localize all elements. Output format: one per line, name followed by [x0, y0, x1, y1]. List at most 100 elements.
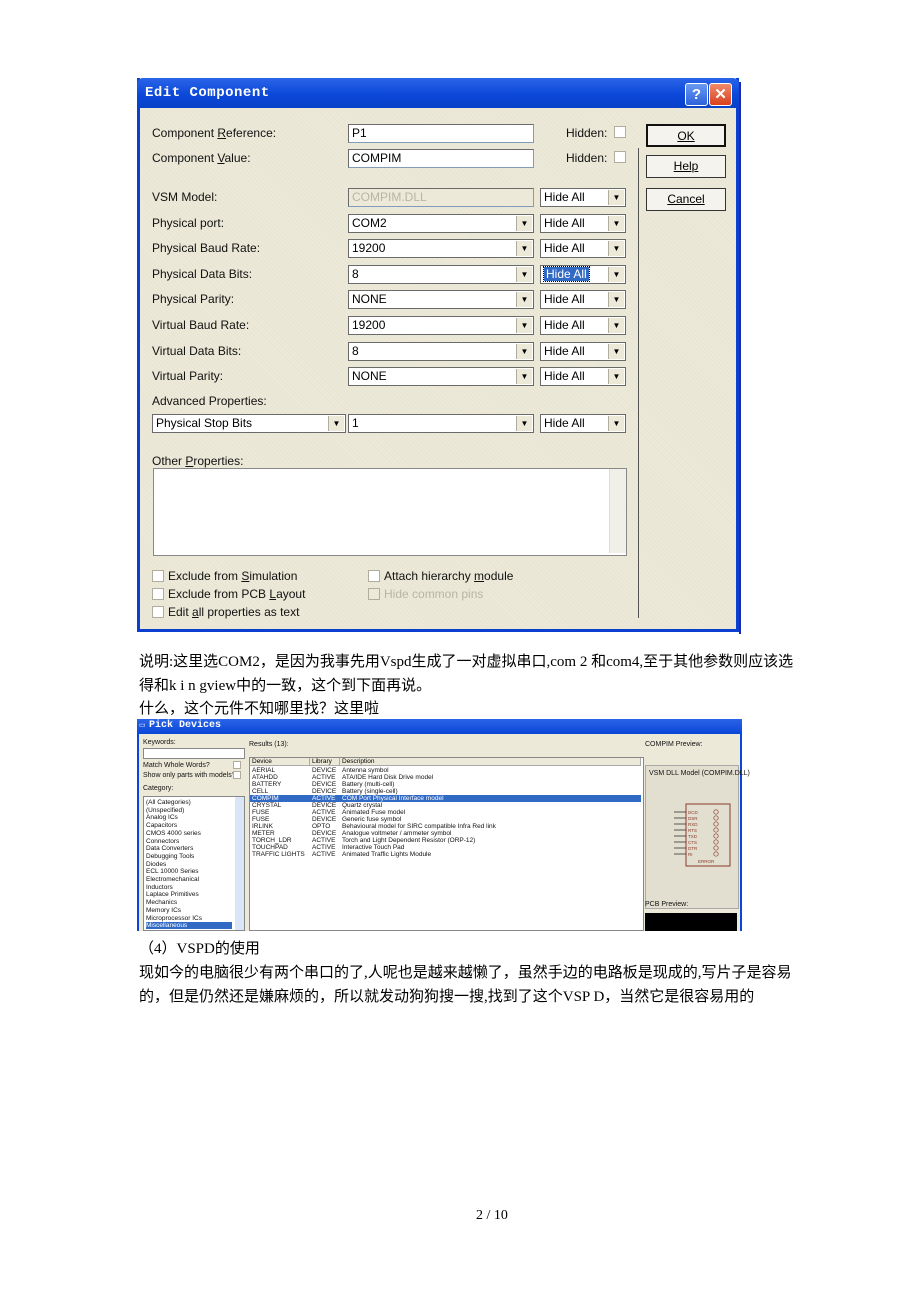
category-item[interactable]: Connectors: [146, 838, 179, 845]
category-list[interactable]: (All Categories) (Unspecified) Analog ICs C…: [143, 796, 245, 931]
keywords-label: Keywords:: [143, 739, 176, 746]
result-row[interactable]: COMPIM ACTIVE COM Port Physical Interface …: [250, 795, 641, 802]
exclude-simulation-checkbox[interactable]: [152, 570, 164, 582]
property-value-select[interactable]: NONE ▼: [348, 367, 534, 386]
category-item[interactable]: Laplace Primitives: [146, 891, 199, 898]
reference-hidden-checkbox[interactable]: [614, 126, 626, 138]
result-row[interactable]: FUSE DEVICE Generic fuse symbol: [250, 816, 641, 823]
results-table[interactable]: Device Library Description AERIAL DEVICE A…: [249, 757, 644, 931]
advanced-visibility-select[interactable]: Hide All ▼: [540, 414, 626, 433]
result-row[interactable]: TOUCHPAD ACTIVE Interactive Touch Pad: [250, 844, 641, 851]
chevron-down-icon[interactable]: ▼: [516, 216, 532, 231]
keywords-input[interactable]: [143, 748, 245, 759]
pin-circle: [713, 821, 719, 827]
hide-common-pins-checkbox[interactable]: [368, 588, 380, 600]
value-hidden-checkbox[interactable]: [614, 151, 626, 163]
category-item[interactable]: Analog ICs: [146, 814, 178, 821]
result-row[interactable]: BATTERY DEVICE Battery (multi-cell): [250, 781, 641, 788]
column-header-description[interactable]: Description: [340, 758, 641, 766]
result-row[interactable]: CELL DEVICE Battery (single-cell): [250, 788, 641, 795]
category-item[interactable]: Capacitors: [146, 822, 177, 829]
chevron-down-icon[interactable]: ▼: [608, 190, 624, 205]
category-item[interactable]: Electromechanical: [146, 876, 199, 883]
chevron-down-icon[interactable]: ▼: [608, 416, 624, 431]
chevron-down-icon[interactable]: ▼: [516, 292, 532, 307]
property-value-select[interactable]: COM2 ▼: [348, 214, 534, 233]
ok-button[interactable]: OK: [646, 124, 726, 147]
category-item[interactable]: Mechanics: [146, 899, 177, 906]
advanced-property-select[interactable]: Physical Stop Bits ▼: [152, 414, 346, 433]
chevron-down-icon[interactable]: ▼: [516, 344, 532, 359]
match-whole-checkbox[interactable]: [233, 761, 241, 769]
category-item[interactable]: (Unspecified): [146, 807, 184, 814]
category-item[interactable]: Microprocessor ICs: [146, 915, 202, 922]
visibility-select[interactable]: Hide All ▼: [540, 316, 626, 335]
chevron-down-icon[interactable]: ▼: [608, 344, 624, 359]
result-row[interactable]: CRYSTAL DEVICE Quartz crystal: [250, 802, 641, 809]
visibility-select[interactable]: Hide All ▼: [540, 239, 626, 258]
error-label: ERROR: [698, 859, 715, 864]
visibility-select[interactable]: Hide All ▼: [540, 367, 626, 386]
device-cell: AERIAL: [252, 767, 276, 774]
chevron-down-icon[interactable]: ▼: [516, 369, 532, 384]
category-item[interactable]: Inductors: [146, 884, 173, 891]
component-reference-input[interactable]: P1: [348, 124, 534, 143]
column-header-device[interactable]: Device: [250, 758, 310, 766]
help-icon[interactable]: ?: [685, 83, 708, 106]
chevron-down-icon[interactable]: ▼: [608, 369, 624, 384]
property-value-select[interactable]: 8 ▼: [348, 342, 534, 361]
visibility-select[interactable]: Hide All ▼: [540, 290, 626, 309]
result-row[interactable]: METER DEVICE Analogue voltmeter / ammeter …: [250, 830, 641, 837]
visibility-select[interactable]: Hide All ▼: [540, 214, 626, 233]
category-item[interactable]: CMOS 4000 series: [146, 830, 201, 837]
chevron-down-icon[interactable]: ▼: [328, 416, 344, 431]
property-value-select[interactable]: 19200 ▼: [348, 239, 534, 258]
category-item[interactable]: Diodes: [146, 861, 166, 868]
property-value-select[interactable]: NONE ▼: [348, 290, 534, 309]
category-item[interactable]: ECL 10000 Series: [146, 868, 199, 875]
scrollbar[interactable]: [235, 797, 244, 930]
scrollbar[interactable]: [609, 469, 626, 553]
chevron-down-icon[interactable]: ▼: [516, 318, 532, 333]
chevron-down-icon[interactable]: ▼: [608, 318, 624, 333]
other-properties-textarea[interactable]: [153, 468, 627, 556]
help-button[interactable]: Help: [646, 155, 726, 178]
chevron-down-icon[interactable]: ▼: [608, 241, 624, 256]
chevron-down-icon[interactable]: ▼: [516, 267, 532, 282]
category-item[interactable]: Memory ICs: [146, 907, 181, 914]
property-value-select[interactable]: 8 ▼: [348, 265, 534, 284]
close-icon[interactable]: ✕: [709, 83, 732, 106]
property-label: VSM Model:: [152, 190, 218, 204]
category-item[interactable]: Miscellaneous: [146, 922, 232, 930]
attach-hierarchy-checkbox[interactable]: [368, 570, 380, 582]
component-value-input[interactable]: COMPIM: [348, 149, 534, 168]
show-only-checkbox[interactable]: [233, 771, 241, 779]
visibility-select[interactable]: Hide All ▼: [540, 188, 626, 207]
category-item[interactable]: Data Converters: [146, 845, 193, 852]
result-row[interactable]: FUSE ACTIVE Animated Fuse model: [250, 809, 641, 816]
chevron-down-icon[interactable]: ▼: [608, 267, 624, 282]
result-row[interactable]: ATAHDD ACTIVE ATA/IDE Hard Disk Drive mode…: [250, 774, 641, 781]
exclude-pcb-checkbox[interactable]: [152, 588, 164, 600]
chevron-down-icon[interactable]: ▼: [516, 416, 532, 431]
attach-hierarchy-label: Attach hierarchy module: [384, 569, 514, 583]
chevron-down-icon[interactable]: ▼: [608, 216, 624, 231]
category-item[interactable]: Debugging Tools: [146, 853, 194, 860]
property-value-select[interactable]: 19200 ▼: [348, 316, 534, 335]
pin-circle: [713, 851, 719, 857]
chevron-down-icon[interactable]: ▼: [516, 241, 532, 256]
result-row[interactable]: AERIAL DEVICE Antenna symbol: [250, 767, 641, 774]
result-row[interactable]: TORCH_LDR ACTIVE Torch and Light Dependent…: [250, 837, 641, 844]
category-item[interactable]: (All Categories): [146, 799, 191, 806]
cancel-button[interactable]: Cancel: [646, 188, 726, 211]
result-row[interactable]: TRAFFIC LIGHTS ACTIVE Animated Traffic Lig…: [250, 851, 641, 858]
visibility-select[interactable]: Hide All ▼: [540, 342, 626, 361]
column-header-library[interactable]: Library: [310, 758, 340, 766]
advanced-value-select[interactable]: 1 ▼: [348, 414, 534, 433]
visibility-select[interactable]: Hide All ▼: [540, 265, 626, 284]
result-row[interactable]: IRLINK OPTO Behavioural model for SIRC com…: [250, 823, 641, 830]
vsm-model-input[interactable]: COMPIM.DLL: [348, 188, 534, 207]
visibility-value: Hide All: [544, 241, 585, 255]
chevron-down-icon[interactable]: ▼: [608, 292, 624, 307]
edit-as-text-checkbox[interactable]: [152, 606, 164, 618]
